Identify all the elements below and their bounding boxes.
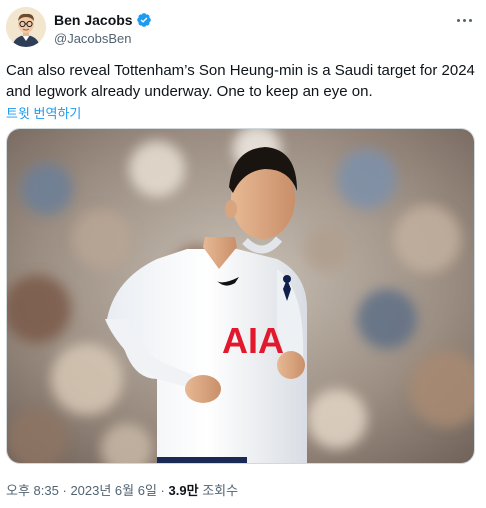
tweet-media-photo[interactable]: AIA: [6, 128, 475, 464]
tweet-text-line: Can also reveal Tottenham’s Son Heung-mi…: [6, 62, 475, 79]
author-avatar[interactable]: [6, 7, 46, 47]
meta-separator: ·: [62, 483, 67, 498]
tweet-text-line: and legwork already underway. One to kee…: [6, 83, 373, 100]
author-name-block: Ben Jacobs @JacobsBen: [54, 11, 152, 46]
shirt-sponsor-text: AIA: [222, 320, 284, 361]
tweet-date[interactable]: 2023년 6월 6일: [70, 483, 156, 498]
meta-separator: ·: [160, 483, 165, 498]
tweet: Ben Jacobs @JacobsBen Can also reveal To…: [0, 0, 486, 508]
verified-badge-icon: [136, 12, 152, 28]
tweet-meta: 오후 8:35 · 2023년 6월 6일 · 3.9만 조회수: [6, 480, 238, 499]
author-handle[interactable]: @JacobsBen: [54, 31, 152, 46]
views-count: 3.9만: [168, 483, 199, 498]
display-name-row: Ben Jacobs: [54, 11, 152, 29]
author-display-name[interactable]: Ben Jacobs: [54, 12, 133, 28]
views-label: 조회수: [202, 483, 239, 498]
avatar-illustration-icon: [6, 7, 46, 47]
tweet-text: Can also reveal Tottenham’s Son Heung-mi…: [6, 60, 480, 102]
tweet-header: Ben Jacobs @JacobsBen: [6, 6, 480, 50]
translate-tweet-link[interactable]: 트윗 번역하기: [6, 103, 81, 122]
more-options-icon[interactable]: [452, 10, 476, 30]
tweet-time[interactable]: 오후 8:35: [6, 483, 59, 498]
